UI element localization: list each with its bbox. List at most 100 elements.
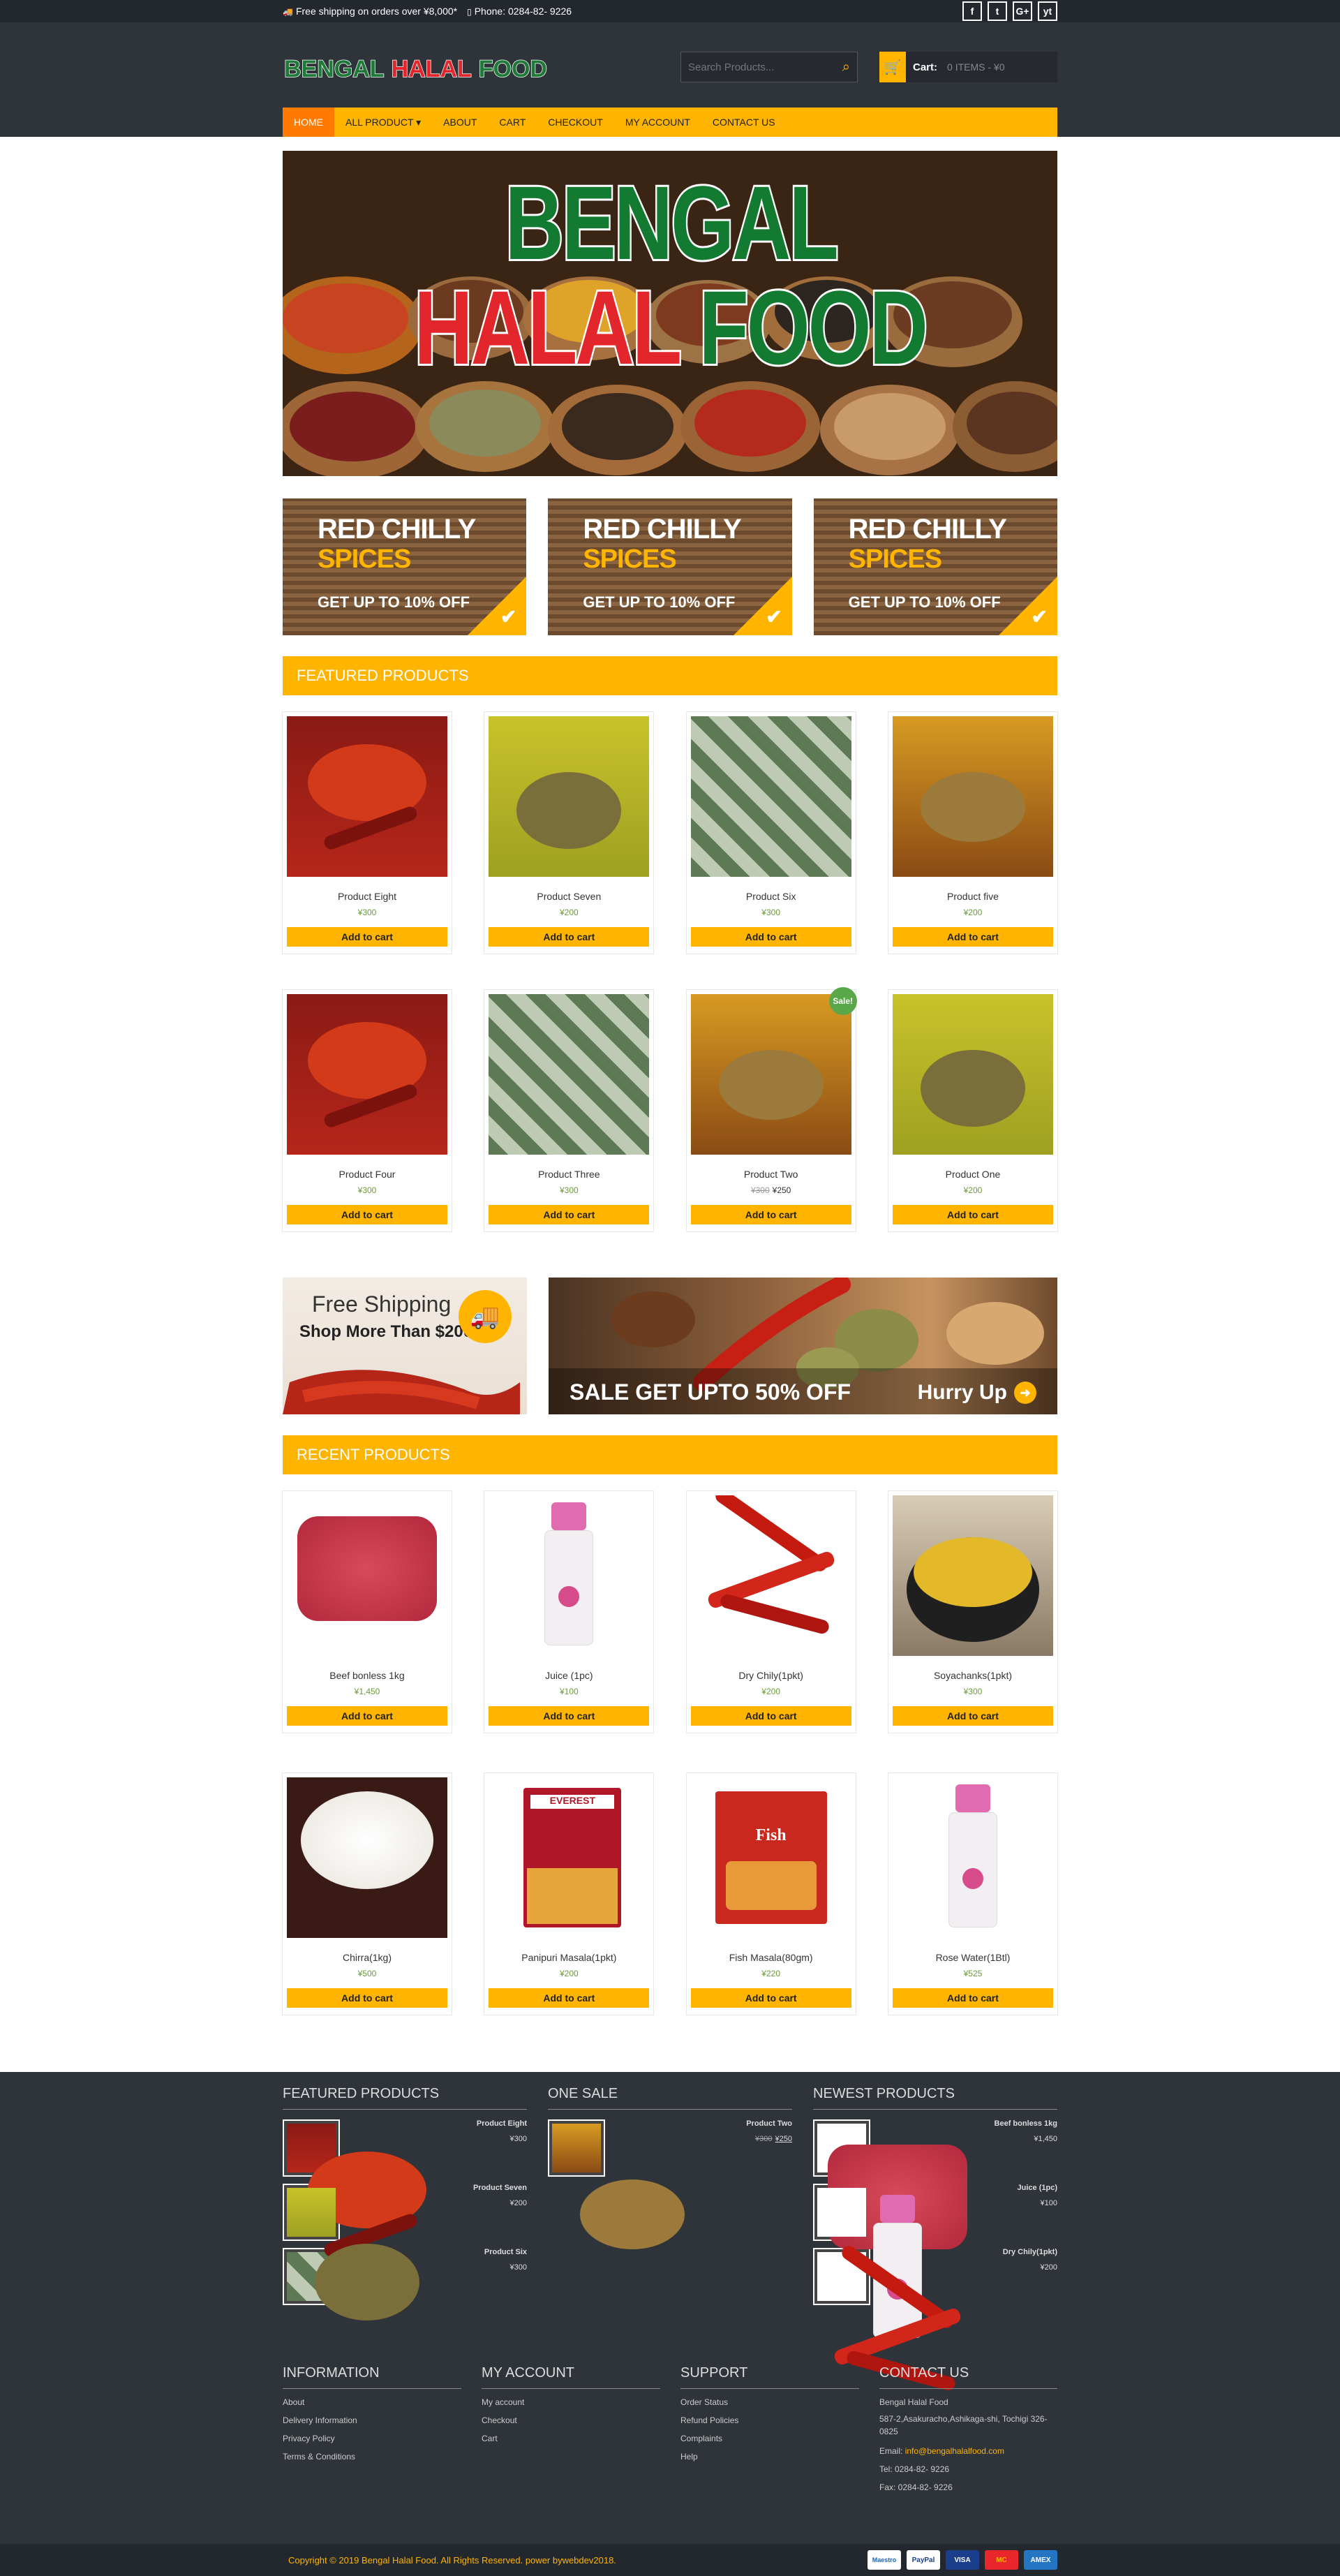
footer-link-cart[interactable]: Cart [482,2434,660,2443]
add-to-cart-button[interactable]: Add to cart [892,1988,1053,2008]
footer-product-name[interactable]: Beef bonless 1kg [995,2119,1057,2128]
product-name[interactable]: Chirra(1kg) [287,1952,447,1963]
nav-cart[interactable]: CART [488,108,537,137]
product-name[interactable]: Product Three [489,1169,649,1180]
search-icon[interactable]: ⌕ [842,59,850,75]
footer-product-name[interactable]: Dry Chily(1pkt) [1003,2248,1057,2256]
footer-product-thumb[interactable] [813,2119,967,2249]
product-card[interactable]: Product five ¥200 Add to cart [888,712,1057,954]
search-input[interactable] [688,61,842,73]
youtube-icon[interactable]: yt [1038,1,1057,21]
product-card[interactable]: Dry Chily(1pkt) ¥200 Add to cart [686,1491,856,1733]
footer-product-item[interactable]: Dry Chily(1pkt) ¥200 [813,2243,1057,2392]
product-image[interactable] [892,716,1053,877]
promo-card[interactable]: RED CHILLY SPICES GET UP TO 10% OFF ✔ [283,498,527,635]
footer-product-item[interactable]: Product Two ¥300 ¥250 [548,2119,792,2249]
product-image[interactable] [287,716,447,877]
product-card[interactable]: Juice (1pc) ¥100 Add to cart [484,1491,654,1733]
product-image[interactable]: Fish [690,1777,851,1938]
nav-home[interactable]: HOME [283,108,334,137]
add-to-cart-button[interactable]: Add to cart [690,1706,851,1726]
footer-product-thumb[interactable] [283,2119,426,2259]
product-card[interactable]: Sale! Product Two ¥300 ¥250 Add to cart [686,987,857,1231]
product-name[interactable]: Juice (1pc) [489,1670,649,1681]
product-card[interactable]: Rose Water(1Btl) ¥525 Add to cart [888,1773,1057,2015]
product-image[interactable] [287,1777,447,1938]
product-card[interactable]: Product Three ¥300 Add to cart [484,990,654,1231]
footer-link-about[interactable]: About [283,2397,461,2407]
product-image[interactable] [287,994,447,1155]
product-card[interactable]: Soyachanks(1pkt) ¥300 Add to cart [888,1491,1057,1733]
product-image[interactable] [690,994,851,1155]
google-plus-icon[interactable]: G+ [1013,1,1032,21]
product-image[interactable] [690,716,851,877]
footer-product-name[interactable]: Product Eight [477,2119,527,2128]
product-name[interactable]: Product Two [691,1169,851,1180]
product-image[interactable] [489,1495,650,1656]
product-card[interactable]: Product Eight ¥300 Add to cart [283,712,452,954]
footer-link-my-account[interactable]: My account [482,2397,660,2407]
product-name[interactable]: Product Seven [489,891,649,902]
product-card[interactable]: Product Six ¥300 Add to cart [686,712,856,954]
site-logo[interactable]: BENGAL HALAL FOOD [283,55,547,84]
product-image[interactable] [892,1777,1053,1938]
footer-product-thumb[interactable] [548,2119,685,2249]
add-to-cart-button[interactable]: Add to cart [690,1205,851,1224]
product-card[interactable]: Product Four ¥300 Add to cart [283,990,452,1231]
product-card[interactable]: Product Seven ¥200 Add to cart [484,712,654,954]
add-to-cart-button[interactable]: Add to cart [489,1205,650,1224]
product-name[interactable]: Product Eight [287,891,447,902]
nav-checkout[interactable]: CHECKOUT [537,108,614,137]
footer-product-thumb[interactable] [813,2243,963,2392]
add-to-cart-button[interactable]: Add to cart [690,1988,851,2008]
footer-product-name[interactable]: Product Six [484,2248,527,2256]
product-image[interactable] [892,1495,1053,1656]
product-image[interactable] [690,1495,851,1656]
footer-product-name[interactable]: Product Two [746,2119,792,2128]
hurry-up-cta[interactable]: Hurry Up ➜ [918,1381,1036,1405]
product-card[interactable]: Chirra(1kg) ¥500 Add to cart [283,1773,452,2015]
product-name[interactable]: Soyachanks(1pkt) [893,1670,1053,1681]
footer-link-help[interactable]: Help [680,2452,859,2462]
footer-link-terms[interactable]: Terms & Conditions [283,2452,461,2462]
nav-my-account[interactable]: MY ACCOUNT [614,108,701,137]
footer-product-thumb[interactable] [813,2184,922,2338]
footer-link-complaints[interactable]: Complaints [680,2434,859,2443]
product-card[interactable]: Fish Fish Masala(80gm) ¥220 Add to cart [686,1773,856,2015]
product-card[interactable]: Beef bonless 1kg ¥1,450 Add to cart [283,1491,452,1733]
product-name[interactable]: Product One [893,1169,1053,1180]
footer-link-refund[interactable]: Refund Policies [680,2415,859,2425]
contact-email-link[interactable]: info@bengalhalalfood.com [905,2446,1004,2456]
product-image[interactable]: EVEREST [489,1777,650,1938]
footer-link-delivery[interactable]: Delivery Information [283,2415,461,2425]
product-image[interactable] [287,1495,447,1656]
add-to-cart-button[interactable]: Add to cart [489,1988,650,2008]
product-name[interactable]: Fish Masala(80gm) [691,1952,851,1963]
footer-link-checkout[interactable]: Checkout [482,2415,660,2425]
add-to-cart-button[interactable]: Add to cart [892,1706,1053,1726]
add-to-cart-button[interactable]: Add to cart [287,1205,447,1224]
product-name[interactable]: Dry Chily(1pkt) [691,1670,851,1681]
sale-banner[interactable]: SALE GET UPTO 50% OFF Hurry Up ➜ [549,1278,1057,1414]
add-to-cart-button[interactable]: Add to cart [489,1706,650,1726]
nav-contact-us[interactable]: CONTACT US [701,108,787,137]
add-to-cart-button[interactable]: Add to cart [892,927,1053,947]
facebook-icon[interactable]: f [962,1,982,21]
hero-banner[interactable]: BENGAL HALAL FOOD [283,151,1057,476]
product-image[interactable] [489,994,650,1155]
add-to-cart-button[interactable]: Add to cart [287,1988,447,2008]
free-shipping-banner[interactable]: Free Shipping Shop More Than $200 🚚 [283,1278,527,1414]
product-name[interactable]: Product Four [287,1169,447,1180]
footer-link-order-status[interactable]: Order Status [680,2397,859,2407]
product-image[interactable] [892,994,1053,1155]
product-name[interactable]: Rose Water(1Btl) [893,1952,1053,1963]
nav-about[interactable]: ABOUT [432,108,488,137]
product-name[interactable]: Product Six [691,891,851,902]
product-name[interactable]: Beef bonless 1kg [287,1670,447,1681]
footer-product-name[interactable]: Juice (1pc) [1018,2184,1057,2192]
promo-card[interactable]: RED CHILLY SPICES GET UP TO 10% OFF ✔ [548,498,792,635]
nav-all-product[interactable]: ALL PRODUCT ▾ [334,108,432,137]
footer-product-name[interactable]: Product Seven [473,2184,527,2192]
product-name[interactable]: Panipuri Masala(1pkt) [489,1952,649,1963]
add-to-cart-button[interactable]: Add to cart [690,927,851,947]
